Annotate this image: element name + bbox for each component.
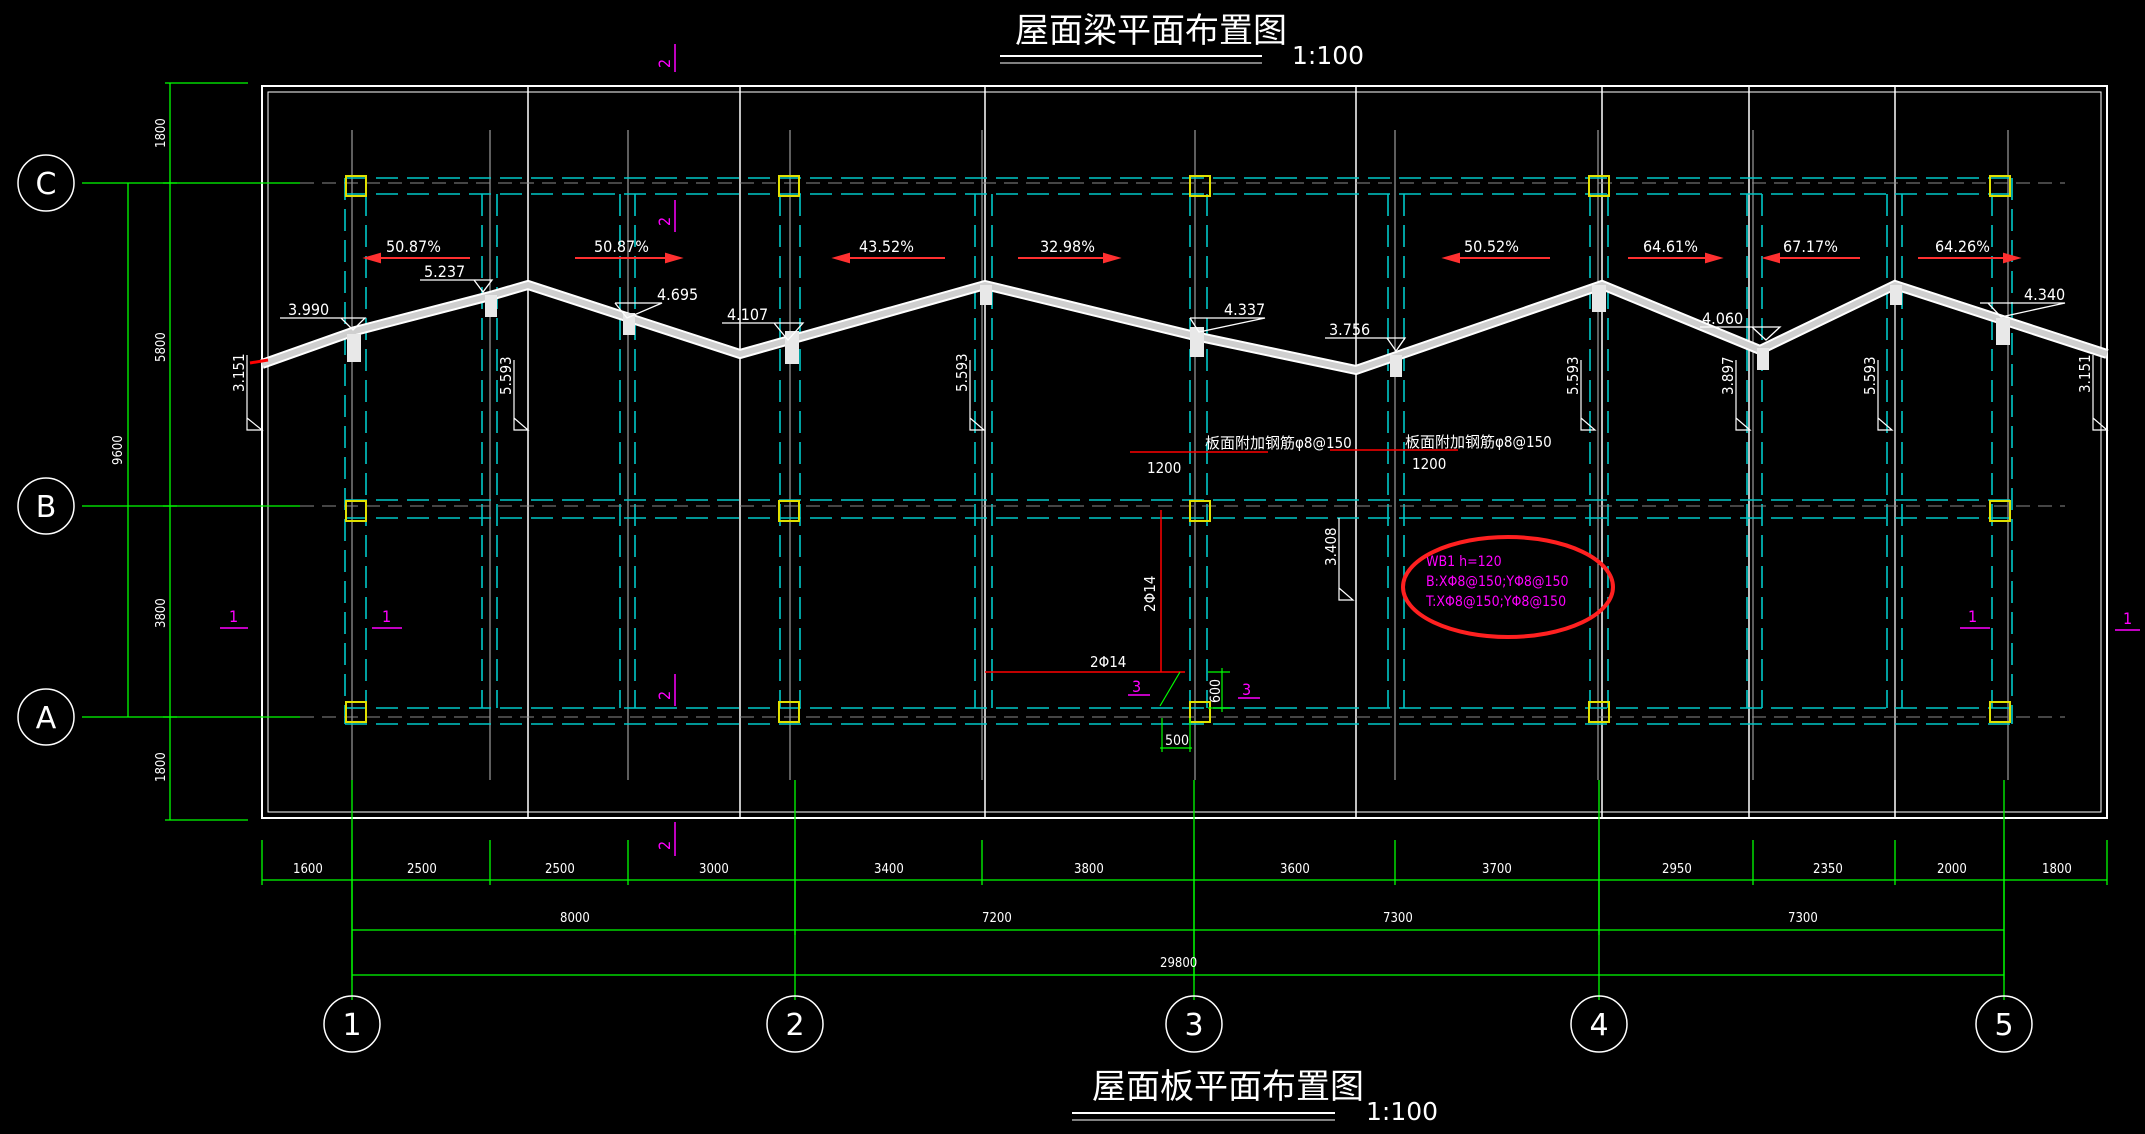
section-mark-1: 1 bbox=[382, 607, 391, 626]
section-mark-1: 1 bbox=[229, 607, 238, 626]
section-3-right: 3 bbox=[1242, 680, 1251, 699]
vertical-elevation: 3.151 bbox=[2076, 354, 2094, 393]
section-mark-1: 1 bbox=[2123, 609, 2132, 628]
rebar-note-lines bbox=[985, 449, 1458, 673]
elevation-label: 3.756 bbox=[1329, 320, 1370, 339]
dim-left: 1800 bbox=[154, 752, 169, 782]
section-3-marks: 3 3 bbox=[1128, 677, 1260, 699]
slope-label: 32.98% bbox=[1040, 237, 1095, 256]
elevation-label: 4.340 bbox=[2024, 285, 2065, 304]
cyan-dashed-beams bbox=[344, 177, 2013, 725]
elevation-label: 5.237 bbox=[424, 262, 465, 281]
dim-left: 1800 bbox=[154, 118, 169, 148]
bottom-title-scale: 1:100 bbox=[1366, 1097, 1438, 1126]
dim-bottom: 2350 bbox=[1813, 862, 1843, 877]
vertical-elevation: 5.593 bbox=[1564, 356, 1582, 395]
dim-bottom: 3000 bbox=[699, 862, 729, 877]
section-mark-1: 1 bbox=[1968, 607, 1977, 626]
dim-bottom: 2500 bbox=[545, 862, 575, 877]
dim-500: 500 bbox=[1165, 733, 1189, 749]
dim-left: 9600 bbox=[111, 435, 126, 465]
dim-left: 3800 bbox=[154, 598, 169, 628]
dim-total: 29800 bbox=[1160, 956, 1197, 971]
dim-bottom: 3700 bbox=[1482, 862, 1512, 877]
rebar-note-a: 板面附加钢筋φ8@150 bbox=[1205, 434, 1352, 452]
section-mark-2: 2 bbox=[655, 217, 674, 226]
dim-bottom: 1800 bbox=[2042, 862, 2072, 877]
dim-bottom: 3600 bbox=[1280, 862, 1310, 877]
axis-col-label: 1 bbox=[342, 1008, 361, 1043]
roof-profile-core bbox=[260, 281, 2108, 374]
slab-note-line1: WB1 h=120 bbox=[1426, 554, 1502, 570]
elevation-label: 4.337 bbox=[1224, 300, 1265, 319]
bottom-dimension-labels: 1600 2500 2500 3000 3400 3800 3600 3700 … bbox=[293, 862, 2072, 971]
slope-label: 64.26% bbox=[1935, 237, 1990, 256]
section-mark-2: 2 bbox=[655, 691, 674, 700]
section-3-left: 3 bbox=[1132, 677, 1141, 696]
bottom-title: 屋面板平面布置图 bbox=[1092, 1067, 1364, 1107]
vertical-elevation: 3.897 bbox=[1719, 356, 1737, 395]
dim-bottom: 1600 bbox=[293, 862, 323, 877]
grid-tick-lines bbox=[351, 130, 2009, 780]
rebar-note-b-length: 1200 bbox=[1412, 455, 1446, 473]
structural-drawing-canvas: 屋面梁平面布置图 1:100 屋面板平面布置图 1:100 50.87% 50.… bbox=[17, 11, 2140, 1126]
top-title-scale: 1:100 bbox=[1292, 41, 1364, 70]
slab-note-line3: T:XΦ8@150;YΦ8@150 bbox=[1425, 594, 1566, 610]
elevation-label: 4.695 bbox=[657, 285, 698, 304]
axis-row-label: A bbox=[36, 701, 57, 736]
vertical-elevation: 5.593 bbox=[497, 356, 515, 395]
dim-600: 600 bbox=[1208, 679, 1224, 703]
vertical-elevation: 5.593 bbox=[953, 353, 971, 392]
slope-label: 50.87% bbox=[594, 237, 649, 256]
elevation-label: 3.990 bbox=[288, 300, 329, 319]
bar-vertical-label: 2Φ14 bbox=[1141, 576, 1159, 612]
dim-bottom: 2950 bbox=[1662, 862, 1692, 877]
slab-note: WB1 h=120 B:XΦ8@150;YΦ8@150 T:XΦ8@150;YΦ… bbox=[1425, 554, 1569, 610]
slope-label: 50.52% bbox=[1464, 237, 1519, 256]
vertical-elevation: 3.151 bbox=[230, 353, 248, 392]
roof-profile-outline bbox=[260, 279, 2109, 376]
axis-col-label: 5 bbox=[1994, 1008, 2013, 1043]
slope-label: 67.17% bbox=[1783, 237, 1838, 256]
vertical-elevation: 5.593 bbox=[1861, 356, 1879, 395]
elevation-label: 4.107 bbox=[727, 305, 768, 324]
axis-row-label: C bbox=[36, 167, 57, 202]
axis-col-label: 4 bbox=[1589, 1008, 1608, 1043]
vertical-elevation: 3.408 bbox=[1322, 527, 1340, 566]
axis-col-label: 3 bbox=[1184, 1008, 1203, 1043]
left-dimension-labels: 1800 5800 9600 3800 1800 bbox=[111, 118, 169, 782]
dim-bottom-mid: 7300 bbox=[1788, 911, 1818, 926]
slope-label: 50.87% bbox=[386, 237, 441, 256]
dim-bottom-mid: 7300 bbox=[1383, 911, 1413, 926]
dim-left: 5800 bbox=[154, 332, 169, 362]
col-axis-labels: 1 2 3 4 5 bbox=[342, 1008, 2013, 1043]
left-dimension-lines bbox=[127, 82, 248, 821]
dim-bottom: 2000 bbox=[1937, 862, 1967, 877]
col-axis-bubbles bbox=[323, 995, 2033, 1053]
row-axis-bubbles bbox=[17, 154, 75, 746]
row-axis-labels: C B A bbox=[36, 167, 57, 736]
dim-bottom-mid: 8000 bbox=[560, 911, 590, 926]
axis-grid-lines bbox=[82, 182, 2005, 1000]
top-title: 屋面梁平面布置图 bbox=[1015, 11, 1287, 51]
dim-bottom: 3400 bbox=[874, 862, 904, 877]
axis-row-label: B bbox=[36, 490, 57, 525]
bar-horizontal-label: 2Φ14 bbox=[1090, 653, 1126, 671]
section-mark-2: 2 bbox=[655, 59, 674, 68]
dim-bottom: 2500 bbox=[407, 862, 437, 877]
vertical-elevation-ticks bbox=[246, 355, 2109, 601]
rebar-note-b: 板面附加钢筋φ8@150 bbox=[1405, 433, 1552, 451]
section-mark-2: 2 bbox=[655, 841, 674, 850]
dim-bottom: 3800 bbox=[1074, 862, 1104, 877]
axis-extension-dashes bbox=[300, 182, 2065, 718]
rebar-note-a-length: 1200 bbox=[1147, 459, 1181, 477]
dim-bottom-mid: 7200 bbox=[982, 911, 1012, 926]
slope-label: 43.52% bbox=[859, 237, 914, 256]
slope-label: 64.61% bbox=[1643, 237, 1698, 256]
elevation-label: 4.060 bbox=[1702, 309, 1743, 328]
axis-col-label: 2 bbox=[785, 1008, 804, 1043]
slab-note-line2: B:XΦ8@150;YΦ8@150 bbox=[1426, 574, 1569, 590]
